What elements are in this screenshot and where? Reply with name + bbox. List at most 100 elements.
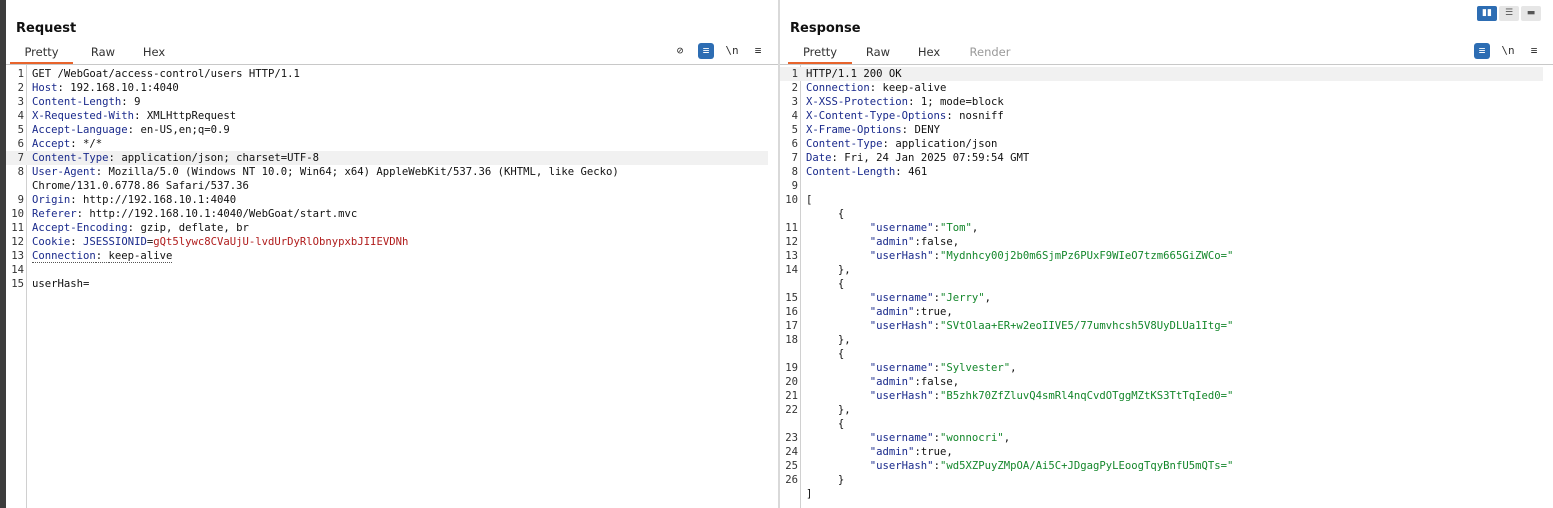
line-number: 17 [785,320,798,332]
response-tabs: Pretty Raw Hex Render [780,43,1553,65]
line-text: GET /WebGoat/access-control/users HTTP/1… [32,68,300,80]
json-key: "username" [869,222,934,234]
line-code: Accept: */* [32,138,103,150]
response-tab-pretty[interactable]: Pretty [788,43,852,64]
line-code: { [806,277,844,291]
header-name: Origin [32,194,71,206]
request-line: 4 X-Requested-With: XMLHttpRequest [6,109,768,123]
line-code: "userHash":"SVtOlaa+ER+w2eoIIVE5/77umvhc… [869,320,1234,332]
line-number: 1 [17,68,24,80]
line-number: 6 [791,138,798,150]
word-wrap-icon[interactable]: ≡ [1474,43,1490,59]
header-name: Host [32,82,58,94]
line-number: 5 [17,124,24,136]
response-line: 22 }, [780,403,1543,417]
menu-icon[interactable]: ≡ [1526,43,1542,59]
header-name: X-Content-Type-Options [806,110,947,122]
line-number: 3 [17,96,24,108]
json-key: "admin" [869,236,915,248]
request-tab-raw[interactable]: Raw [82,43,124,62]
layout-toggle: ▮▮ ☰ ▬ [1477,6,1545,21]
layout-side-by-side-icon[interactable]: ▮▮ [1477,6,1497,21]
line-number: 9 [791,180,798,192]
show-newlines-icon[interactable]: \n [1500,43,1516,59]
line-code: GET /WebGoat/access-control/users HTTP/1… [32,67,300,81]
response-tab-hex[interactable]: Hex [911,43,947,62]
line-text: }, [806,264,851,276]
layout-tabs-icon[interactable]: ▬ [1521,6,1541,21]
line-code: "admin":false, [869,376,960,388]
line-text: }, [806,334,851,346]
request-line: 14 [6,263,768,277]
response-line: 17 "userHash":"SVtOlaa+ER+w2eoIIVE5/77um… [780,319,1543,333]
response-editor[interactable]: 1 HTTP/1.1 200 OK 2 Connection: keep-alive 3… [780,65,1553,508]
line-number: 22 [785,404,798,416]
header-name: Accept-Encoding [32,222,128,234]
line-number: 3 [791,96,798,108]
line-code: Accept-Language: en-US,en;q=0.9 [32,124,230,136]
hide-eye-icon[interactable]: ⊘ [672,43,688,59]
line-number: 7 [791,152,798,164]
header-name: Accept-Language [32,124,128,136]
response-line: 15 "username":"Jerry", [780,291,1543,305]
header-value: en-US,en;q=0.9 [140,124,230,136]
request-line: 1 GET /WebGoat/access-control/users HTTP/… [6,67,768,81]
line-code: X-Content-Type-Options: nosniff [806,110,1004,122]
show-newlines-icon[interactable]: \n [724,43,740,59]
line-text: userHash= [32,278,90,290]
line-code: "username":"Jerry", [869,292,991,304]
request-editor[interactable]: 1 GET /WebGoat/access-control/users HTTP/… [6,65,778,508]
response-line: 6 Content-Type: application/json [780,137,1543,151]
json-key: "username" [869,432,934,444]
header-name: X-XSS-Protection [806,96,909,108]
header-value: Mozilla/5.0 (Windows NT 10.0; Win64; x64… [108,166,619,178]
request-tab-hex[interactable]: Hex [134,43,174,62]
request-tab-pretty[interactable]: Pretty [10,43,73,64]
line-code: Content-Type: application/json; charset=… [32,152,320,164]
line-number: 11 [785,222,798,234]
header-value: */* [83,138,103,150]
header-value: Fri, 24 Jan 2025 07:59:54 GMT [844,152,1030,164]
line-code: Origin: http://192.168.10.1:4040 [32,194,237,206]
request-line: 12 Cookie: JSESSIONID=gQt5lywc8CVaUjU-lvd… [6,235,768,249]
header-name: Content-Length [806,166,896,178]
line-code: "admin":true, [869,306,953,318]
response-tab-render[interactable]: Render [962,43,1018,62]
json-value: "Jerry" [939,292,985,304]
request-line: 11 Accept-Encoding: gzip, deflate, br [6,221,768,235]
line-code: "userHash":"wd5XZPuyZMpOA/Ai5C+JDgagPyLE… [869,460,1234,472]
request-line: 8 User-Agent: Mozilla/5.0 (Windows NT 10.… [6,165,768,179]
json-key: "userHash" [869,320,934,332]
line-number: 16 [785,306,798,318]
line-number: 24 [785,446,798,458]
line-number: 10 [11,208,24,220]
request-toolbar: ⊘ ≡ \n ≡ [672,43,772,59]
layout-stacked-icon[interactable]: ☰ [1499,6,1519,21]
response-line: 21 "userHash":"B5zhk70ZfZluvQ4smRl4nqCvd… [780,389,1543,403]
json-key: "userHash" [869,250,934,262]
header-name: Date [806,152,832,164]
menu-icon[interactable]: ≡ [750,43,766,59]
json-value: "Tom" [939,222,972,234]
json-key: "userHash" [869,390,934,402]
cookie-name: JSESSIONID [83,236,147,248]
response-line: 4 X-Content-Type-Options: nosniff [780,109,1543,123]
line-number: 6 [17,138,24,150]
response-line: { [780,207,1543,221]
response-tab-raw[interactable]: Raw [860,43,896,62]
line-text: { [806,278,845,290]
header-value: 192.168.10.1:4040 [70,82,179,94]
request-line: 9 Origin: http://192.168.10.1:4040 [6,193,768,207]
word-wrap-icon[interactable]: ≡ [698,43,714,59]
request-line: Chrome/131.0.6778.86 Safari/537.36 [6,179,768,193]
json-value: "B5zhk70ZfZluvQ4smRl4nqCvdOTggMZtKS3TtTq… [939,390,1234,402]
response-lines: 1 HTTP/1.1 200 OK 2 Connection: keep-alive 3… [780,67,1543,501]
json-value: true [920,306,947,318]
line-code: User-Agent: Mozilla/5.0 (Windows NT 10.0… [32,166,619,178]
line-text: HTTP/1.1 200 OK [806,68,902,80]
line-code: "username":"Tom", [869,222,979,234]
line-number: 23 [785,432,798,444]
response-line: 18 }, [780,333,1543,347]
request-line: 15 userHash= [6,277,768,291]
json-value: true [920,446,947,458]
